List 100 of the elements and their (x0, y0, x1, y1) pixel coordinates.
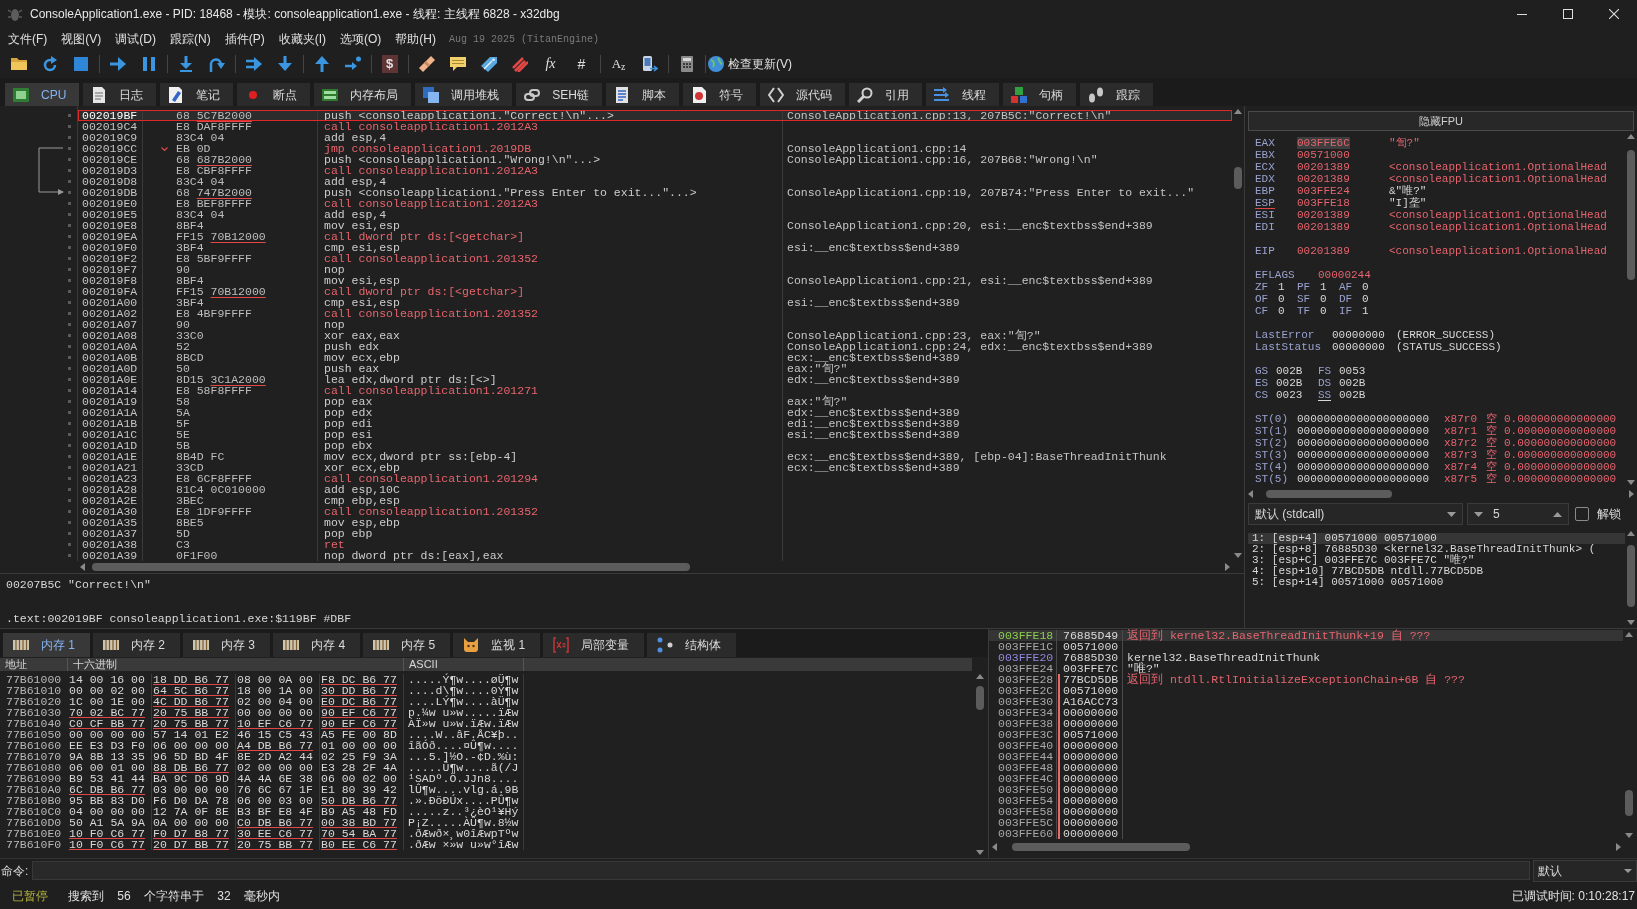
tags-icon[interactable] (480, 56, 497, 72)
tab[interactable]: 调用堆栈 (415, 83, 513, 106)
note-bubble-icon[interactable] (449, 56, 466, 72)
disassembly-row[interactable]: 002019E0 E8 BEF8FFFF call consoleapplication1.2012A3 (78, 198, 1232, 209)
menu-item[interactable]: 插件(P) (217, 29, 272, 49)
scroll-right-icon[interactable] (1225, 563, 1230, 571)
tab[interactable]: 源代码 (760, 83, 846, 106)
disassembly-row[interactable]: 00201A0A 52 push edx ConsoleApplication1.cpp:24, edx:__enc$textbss$end+389 (78, 341, 1232, 352)
tab[interactable]: 内存 3 (183, 633, 271, 657)
disassembly-row[interactable]: 00201A39 0F1F00 nop dword ptr ds:[eax],eax (78, 550, 1232, 561)
stack-row[interactable]: 003FFE30 A16ACC73 (989, 696, 1623, 707)
disassembly-row[interactable]: 002019E5 83C4 04 add esp,4 (78, 209, 1232, 220)
argument-row[interactable]: 1: [esp+4] 00571000 00571000 (1248, 533, 1625, 544)
minimize-icon[interactable] (1517, 13, 1527, 15)
stop-icon[interactable] (72, 56, 89, 72)
menu-item[interactable]: 帮助(H) (388, 29, 443, 49)
tab[interactable]: 监视 1 (453, 633, 541, 657)
disassembly-row[interactable]: 00201A23 E8 6CF8FFFF call consoleapplication1.201294 (78, 473, 1232, 484)
disassembly-row[interactable]: 002019F0 3BF4 cmp esi,esp esi:__enc$textbss$end+389 (78, 242, 1232, 253)
disassembly-row[interactable]: 002019D8 83C4 04 add esp,4 (78, 176, 1232, 187)
stack-row[interactable]: 003FFE40 00000000 (989, 740, 1623, 751)
menu-item[interactable]: 文件(F) (1, 29, 55, 49)
stack-row[interactable]: 003FFE18 76885D49 返回到 kernel32.BaseThreadInitThunk+19 自 ??? (989, 630, 1623, 641)
tab[interactable]: 跟踪 (1080, 83, 1154, 106)
scroll-left-icon[interactable] (992, 843, 997, 851)
unlock-checkbox[interactable] (1575, 507, 1589, 521)
restart-icon[interactable] (41, 56, 58, 72)
menu-item[interactable]: 选项(O) (333, 29, 389, 49)
scroll-down-icon[interactable] (1625, 833, 1633, 838)
menu-item[interactable]: 收藏夹(I) (271, 29, 333, 49)
menu-item[interactable]: 跟踪(N) (163, 29, 218, 49)
disassembly-row[interactable]: 002019FA FF15 70B12000 call dword ptr ds:[<getchar>] (78, 286, 1232, 297)
scrollbar-thumb[interactable] (1234, 167, 1242, 189)
disassembly-row[interactable]: 00201A30 E8 1DF9FFFF call consoleapplication1.201352 (78, 506, 1232, 517)
disassembly-row[interactable]: 002019D3 E8 CBF8FFFF call consoleapplication1.2012A3 (78, 165, 1232, 176)
pause-icon[interactable] (140, 56, 157, 72)
argument-row[interactable]: 5: [esp+14] 00571000 00571000 (1248, 577, 1625, 588)
disassembly-row[interactable]: 002019EA FF15 70B12000 call dword ptr ds:[<getchar>] (78, 231, 1232, 242)
tab[interactable]: 脚本 (606, 83, 680, 106)
spin-up-icon[interactable] (1553, 511, 1562, 517)
tab[interactable]: 线程 (926, 83, 1000, 106)
stack-row[interactable]: 003FFE4C 00000000 (989, 773, 1623, 784)
scrollbar-thumb[interactable] (1627, 150, 1635, 280)
command-input[interactable] (32, 861, 1530, 880)
disassembly-row[interactable]: 00201A2E 3BEC cmp ebp,esp (78, 495, 1232, 506)
tab[interactable]: 引用 (849, 83, 923, 106)
tab[interactable]: 内存 4 (273, 633, 361, 657)
double-arrow-icon[interactable] (245, 56, 262, 72)
tab[interactable]: 句柄 (1003, 83, 1077, 106)
scroll-up-icon[interactable] (1627, 531, 1635, 536)
disassembly-row[interactable]: 00201A19 58 pop eax eax:"訇?" (78, 396, 1232, 407)
disassembly-row[interactable]: 00201A37 5D pop ebp (78, 528, 1232, 539)
disassembly-row[interactable]: 00201A14 E8 58F8FFFF call consoleapplication1.201271 (78, 385, 1232, 396)
disassembly-row[interactable]: 00201A0E 8D15 3C1A2000 lea edx,dword ptr ds:[<>] edx:__enc$textbss$end+389 (78, 374, 1232, 385)
disassembly-row[interactable]: 002019C9 83C4 04 add esp,4 (78, 132, 1232, 143)
tab[interactable]: CPU (5, 83, 80, 106)
disassembly-row[interactable]: 002019F8 8BF4 mov esi,esp ConsoleApplication1.cpp:21, esi:__enc$textbss$end+389 (78, 275, 1232, 286)
tab[interactable]: 笔记 (160, 83, 234, 106)
stack-row[interactable]: 003FFE60 00000000 (989, 828, 1623, 839)
argument-row[interactable]: 3: [esp+C] 003FFE7C 003FFE7C "唯?" (1248, 555, 1625, 566)
menu-item[interactable]: 视图(V) (54, 29, 109, 49)
disassembly-row[interactable]: 00201A35 8BE5 mov esp,ebp (78, 517, 1232, 528)
stack-row[interactable]: 003FFE24 003FFE7C "唯?" (989, 663, 1623, 674)
count-spinbox[interactable]: 5 (1467, 503, 1569, 525)
check-update-button[interactable]: 检查更新(V) (708, 55, 792, 73)
scroll-up-icon[interactable] (1625, 632, 1633, 637)
argument-row[interactable]: 4: [esp+10] 77BCD5DB ntdll.77BCD5DB (1248, 566, 1625, 577)
tab[interactable]: 日志 (83, 83, 157, 106)
step-over-icon[interactable] (208, 56, 225, 72)
disassembly-row[interactable]: 002019F2 E8 5BF9FFFF call consoleapplication1.201352 (78, 253, 1232, 264)
hash-button[interactable]: # (577, 56, 586, 72)
tab[interactable]: 符号 (683, 83, 757, 106)
open-folder-icon[interactable] (10, 56, 27, 72)
scroll-left-icon[interactable] (80, 563, 85, 571)
tab[interactable]: SEH链 (516, 83, 603, 106)
script-button[interactable]: $ (381, 55, 398, 73)
disassembly-row[interactable]: 00201A1E 8B4D FC mov ecx,dword ptr ss:[ebp-4] ecx:__enc$textbss$end+389, [ebp-04]:BaseThreadInitThunk (78, 451, 1232, 462)
disassembly-row[interactable]: 00201A08 33C0 xor eax,eax ConsoleApplication1.cpp:23, eax:"訇?" (78, 330, 1232, 341)
scrollbar-thumb[interactable] (976, 686, 984, 710)
arrow-dot-icon[interactable] (344, 56, 361, 72)
stack-row[interactable]: 003FFE48 00000000 (989, 762, 1623, 773)
argument-row[interactable]: 2: [esp+8] 76885D30 <kernel32.BaseThreadInitThunk> ( (1248, 544, 1625, 555)
calculator-icon[interactable] (678, 56, 695, 72)
stack-row[interactable]: 003FFE34 00000000 (989, 707, 1623, 718)
command-mode-dropdown[interactable]: 默认 (1533, 859, 1637, 882)
disassembly-row[interactable]: 002019CC EB 0D jmp consoleapplication1.2019DB ConsoleApplication1.cpp:14 (78, 143, 1232, 154)
stack-row[interactable]: 003FFE50 00000000 (989, 784, 1623, 795)
hide-fpu-button[interactable]: 隐藏FPU (1248, 111, 1634, 131)
menu-item[interactable]: 调试(D) (108, 29, 163, 49)
disassembly-row[interactable]: 00201A28 81C4 0C010000 add esp,10C (78, 484, 1232, 495)
scrollbar-thumb[interactable] (1012, 843, 1190, 851)
stripes-icon[interactable] (511, 56, 528, 72)
disassembly-row[interactable]: 002019C4 E8 DAF8FFFF call consoleapplication1.2012A3 (78, 121, 1232, 132)
close-icon[interactable] (1609, 9, 1619, 19)
tab[interactable]: 结构体 (647, 633, 737, 657)
scroll-up-icon[interactable] (1234, 109, 1242, 114)
stack-row[interactable]: 003FFE38 00000000 (989, 718, 1623, 729)
disassembly-row[interactable]: 002019E8 8BF4 mov esi,esp ConsoleApplication1.cpp:20, esi:__enc$textbss$end+389 (78, 220, 1232, 231)
disassembly-row[interactable]: 00201A00 3BF4 cmp esi,esp esi:__enc$textbss$end+389 (78, 297, 1232, 308)
maximize-icon[interactable] (1563, 9, 1573, 19)
